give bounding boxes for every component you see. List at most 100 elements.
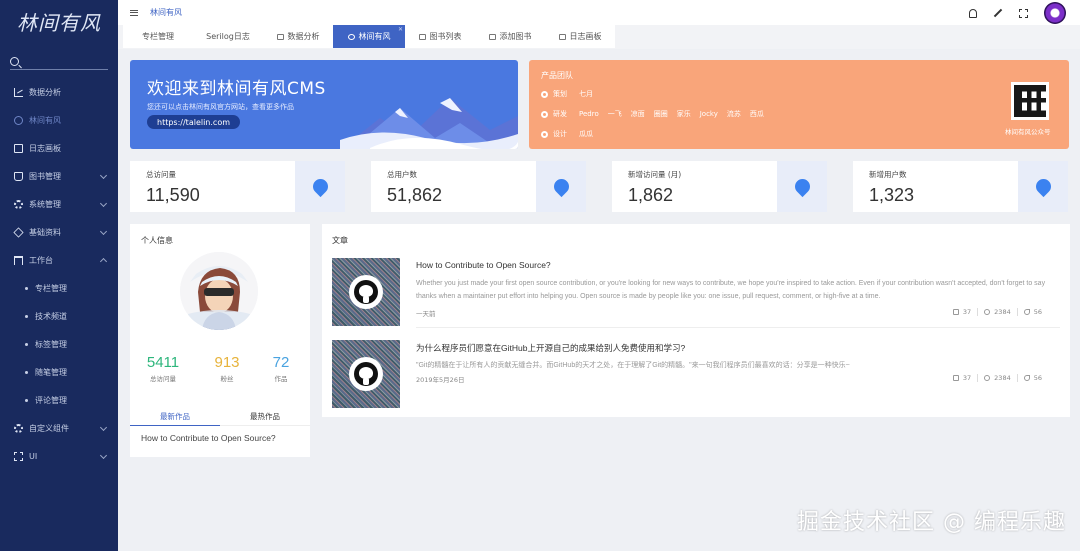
sidebar-item-log-board[interactable]: 日志画板 (0, 134, 118, 162)
chart-icon (276, 33, 284, 40)
tab-label: 图书列表 (429, 32, 462, 41)
team-row-design: 设计 瓜瓜 (541, 129, 602, 139)
location-icon (309, 175, 331, 198)
sidebar-subitem-essays[interactable]: 随笔管理 (0, 358, 118, 386)
sidebar-item-custom-components[interactable]: 自定义组件 (0, 414, 118, 442)
tab-label: 数据分析 (287, 32, 320, 41)
stat-label: 新增用户数 (869, 170, 907, 179)
stat-icon-box (536, 161, 586, 212)
team-row-planning: 策划 七月 (541, 89, 602, 99)
top-bar: 林间有风 (118, 0, 1080, 25)
sidebar-item-label: 林间有风 (29, 115, 61, 125)
article-thumbnail[interactable] (332, 258, 400, 326)
team-member: 西瓜 (749, 110, 764, 118)
like-count-value: 37 (962, 308, 972, 316)
sidebar-item-workbench[interactable]: 工作台 (0, 246, 118, 274)
article-meta: 37 2384 56 (947, 308, 1048, 316)
sidebar-subitem-comments[interactable]: 评论管理 (0, 386, 118, 414)
like-count-value: 37 (962, 374, 972, 382)
tab-log-board[interactable]: 日志画板 (545, 25, 615, 48)
like-count[interactable]: 37 (947, 308, 977, 316)
user-avatar[interactable] (1044, 2, 1066, 24)
team-member: Jocky (699, 110, 718, 118)
article-title[interactable]: 为什么程序员们愿意在GitHub上开源自己的成果给别人免费使用和学习? (416, 342, 685, 354)
document-icon (14, 143, 23, 153)
tab-list: 专栏管理 Serilog日志 数据分析 林间有风 ✕ 图书列表 添加图书 日志画… (123, 25, 615, 48)
team-member: 瓜瓜 (579, 130, 593, 138)
sidebar-subitem-label: 技术频道 (35, 311, 67, 321)
tab-add-book[interactable]: 添加图书 (475, 25, 545, 48)
share-count-value: 56 (1033, 308, 1042, 316)
desk-icon (14, 255, 23, 265)
gear-icon (14, 199, 23, 209)
team-role: 设计 (553, 130, 567, 138)
search-icon[interactable] (10, 57, 19, 66)
thumbs-up-icon (952, 375, 959, 381)
bell-icon[interactable] (969, 8, 977, 18)
bullet-icon (25, 398, 28, 402)
article-item[interactable]: How to Contribute to Open Source? Whethe… (332, 258, 1060, 328)
sidebar-subitem-channel[interactable]: 技术频道 (0, 302, 118, 330)
radio-icon (541, 130, 548, 138)
profile-stats: 5411 总访问量 913 粉丝 72 作品 (130, 354, 310, 383)
stat-card-total-users: 总用户数 51,862 (371, 161, 586, 212)
app-logo[interactable]: 林间有风 (0, 0, 118, 42)
article-title[interactable]: How to Contribute to Open Source? (416, 260, 551, 270)
like-count[interactable]: 37 (947, 374, 977, 382)
sidebar-item-data-analysis[interactable]: 数据分析 (0, 78, 118, 106)
welcome-title: 欢迎来到林间有风CMS (147, 79, 326, 99)
sidebar-item-system-management[interactable]: 系统管理 (0, 190, 118, 218)
share-count[interactable]: 56 (1016, 374, 1048, 382)
comment-count[interactable]: 2384 (977, 374, 1017, 382)
menu-toggle-icon[interactable] (130, 9, 138, 16)
breadcrumb[interactable]: 林间有风 (150, 7, 182, 18)
tab-book-list[interactable]: 图书列表 (405, 25, 475, 48)
website-link[interactable]: https://talelin.com (147, 115, 241, 129)
sidebar-item-ui[interactable]: UI (0, 442, 118, 470)
stat-icon-box (295, 161, 345, 212)
profile-stat-works: 72 作品 (258, 354, 304, 383)
sidebar-item-label: 自定义组件 (29, 423, 69, 433)
sidebar-item-book-management[interactable]: 图书管理 (0, 162, 118, 190)
close-icon[interactable]: ✕ (398, 26, 403, 33)
plug-icon[interactable] (993, 8, 1003, 18)
stat-card-total-visits: 总访问量 11,590 (130, 161, 345, 212)
tab-label: 专栏管理 (142, 32, 174, 41)
sidebar-item-label: 数据分析 (29, 87, 61, 97)
tab-data-analysis[interactable]: 数据分析 (263, 25, 333, 48)
latest-work-link[interactable]: How to Contribute to Open Source? (141, 433, 276, 443)
tab-column-management[interactable]: 专栏管理 (123, 25, 193, 48)
sidebar-search[interactable] (10, 54, 108, 70)
github-icon (349, 357, 383, 391)
qr-code (1011, 82, 1049, 120)
sidebar-item-label: 图书管理 (29, 171, 61, 181)
article-item[interactable]: 为什么程序员们愿意在GitHub上开源自己的成果给别人免费使用和学习? "Git… (332, 340, 1060, 410)
share-icon (1023, 375, 1030, 381)
profile-stat-caption: 作品 (274, 375, 288, 383)
stat-card-new-users: 新增用户数 1,323 (853, 161, 1068, 212)
tab-hottest-works[interactable]: 最热作品 (220, 406, 310, 425)
sidebar-subitem-tags[interactable]: 标签管理 (0, 330, 118, 358)
profile-stat-value: 5411 (146, 354, 180, 371)
fullscreen-icon[interactable] (1019, 8, 1028, 18)
thumbs-up-icon (952, 309, 959, 315)
github-icon (349, 275, 383, 309)
sidebar-menu: 数据分析 林间有风 日志画板 图书管理 系统管理 基础资料 工作台 专栏管理 技… (0, 78, 118, 470)
share-count[interactable]: 56 (1016, 308, 1048, 316)
sidebar-item-basic-data[interactable]: 基础资料 (0, 218, 118, 246)
sidebar-subitem-column[interactable]: 专栏管理 (0, 274, 118, 302)
sidebar-item-linjianyoufeng[interactable]: 林间有风 (0, 106, 118, 134)
chevron-down-icon (99, 199, 108, 208)
comment-icon (984, 309, 991, 315)
comment-count[interactable]: 2384 (977, 308, 1017, 316)
stat-value: 1,862 (628, 185, 674, 205)
tab-linjianyoufeng[interactable]: 林间有风 ✕ (333, 25, 405, 48)
chart-icon (14, 87, 23, 97)
article-thumbnail[interactable] (332, 340, 400, 408)
team-member: 圈圈 (653, 110, 668, 118)
tab-serilog[interactable]: Serilog日志 (193, 25, 263, 48)
tab-latest-works[interactable]: 最新作品 (130, 406, 220, 426)
sidebar-subitem-label: 随笔管理 (35, 367, 67, 377)
profile-stat-value: 913 (214, 354, 240, 371)
tab-label: Serilog日志 (206, 32, 250, 41)
